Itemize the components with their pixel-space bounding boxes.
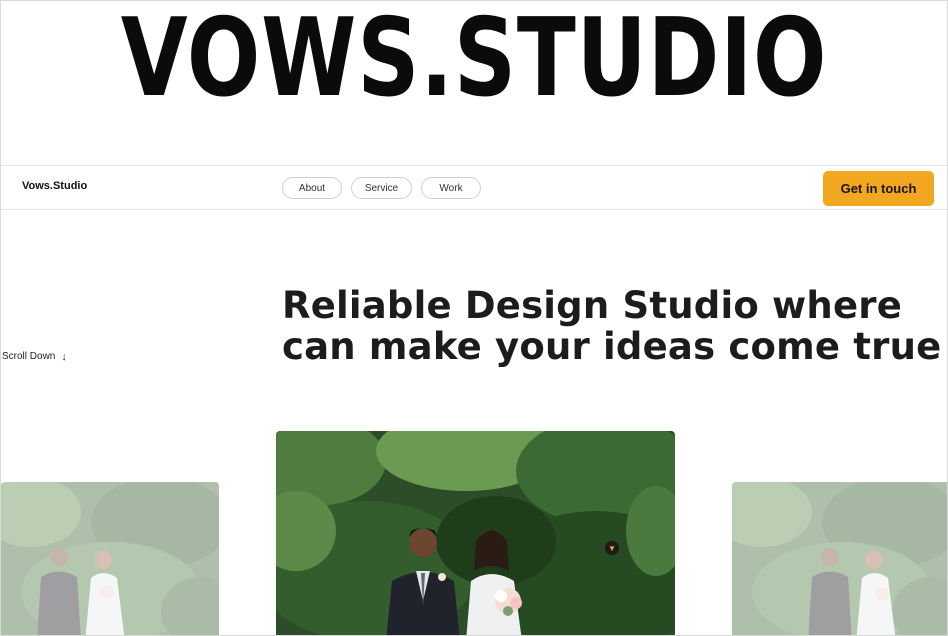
page: VOWS.STUDIO Vows.Studio About Service Wo… — [0, 0, 948, 636]
wedding-couple-photo — [1, 482, 219, 635]
get-in-touch-button[interactable]: Get in touch — [823, 171, 934, 206]
gallery-image-right[interactable] — [732, 482, 947, 635]
nav-link-about[interactable]: About — [282, 177, 342, 199]
big-logo: VOWS.STUDIO — [120, 0, 828, 121]
wedding-couple-photo — [732, 482, 947, 635]
nav-link-work[interactable]: Work — [421, 177, 481, 199]
nav-brand[interactable]: Vows.Studio — [22, 180, 87, 192]
studio-badge-icon: ▼ — [605, 541, 619, 555]
nav-link-service[interactable]: Service — [351, 177, 412, 199]
hero-headline: Reliable Design Studio where can make yo… — [282, 284, 942, 368]
gallery-image-main[interactable] — [276, 431, 675, 635]
scroll-down-label: Scroll Down — [2, 351, 56, 362]
logo-banner: VOWS.STUDIO — [1, 1, 947, 166]
arrow-down-icon: ↓ — [61, 350, 67, 363]
navbar: Vows.Studio About Service Work Get in to… — [1, 167, 947, 210]
gallery-image-left[interactable] — [1, 482, 219, 635]
scroll-down-link[interactable]: Scroll Down ↓ — [2, 351, 67, 362]
wedding-couple-photo — [276, 431, 675, 635]
